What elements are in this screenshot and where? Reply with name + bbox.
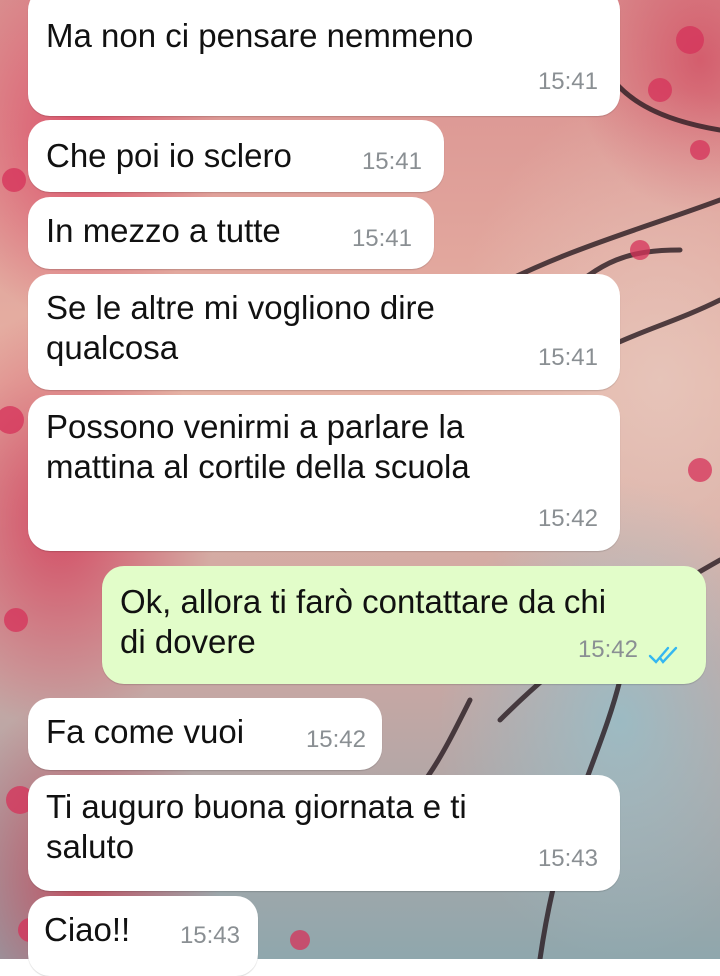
message-time: 15:43 [537, 845, 598, 872]
message-time: 15:42 [537, 505, 598, 532]
message-bubble-incoming[interactable]: Ma non ci pensare nemmeno 15:41 [28, 0, 620, 116]
message-bubble-incoming[interactable]: In mezzo a tutte 15:41 [28, 197, 434, 269]
message-time: 15:42 [305, 726, 366, 753]
message-bubble-outgoing[interactable]: Ok, allora ti farò contattare da chi di … [102, 566, 706, 684]
message-time: 15:43 [179, 922, 240, 949]
message-bubble-incoming[interactable]: Fa come vuoi 15:42 [28, 698, 382, 770]
message-bubble-incoming[interactable]: Che poi io sclero 15:41 [28, 120, 444, 192]
message-time: 15:41 [361, 148, 422, 175]
double-check-icon [648, 646, 678, 664]
message-time: 15:41 [351, 225, 412, 252]
message-bubble-incoming[interactable]: Se le altre mi vogliono dire qualcosa 15… [28, 274, 620, 390]
message-time: 15:41 [537, 68, 598, 95]
message-text: Possono venirmi a parlare la mattina al … [46, 408, 470, 485]
message-text: Se le altre mi vogliono dire qualcosa [46, 289, 435, 366]
message-bubble-incoming[interactable]: Possono venirmi a parlare la mattina al … [28, 395, 620, 551]
message-time: 15:41 [537, 344, 598, 371]
message-text: Ti auguro buona giornata e ti saluto [46, 788, 467, 865]
message-text: Ma non ci pensare nemmeno [46, 17, 474, 54]
message-time: 15:42 [577, 636, 638, 663]
message-bubble-incoming[interactable]: Ti auguro buona giornata e ti saluto 15:… [28, 775, 620, 891]
message-bubble-incoming[interactable]: Ciao!! 15:43 [28, 896, 258, 976]
